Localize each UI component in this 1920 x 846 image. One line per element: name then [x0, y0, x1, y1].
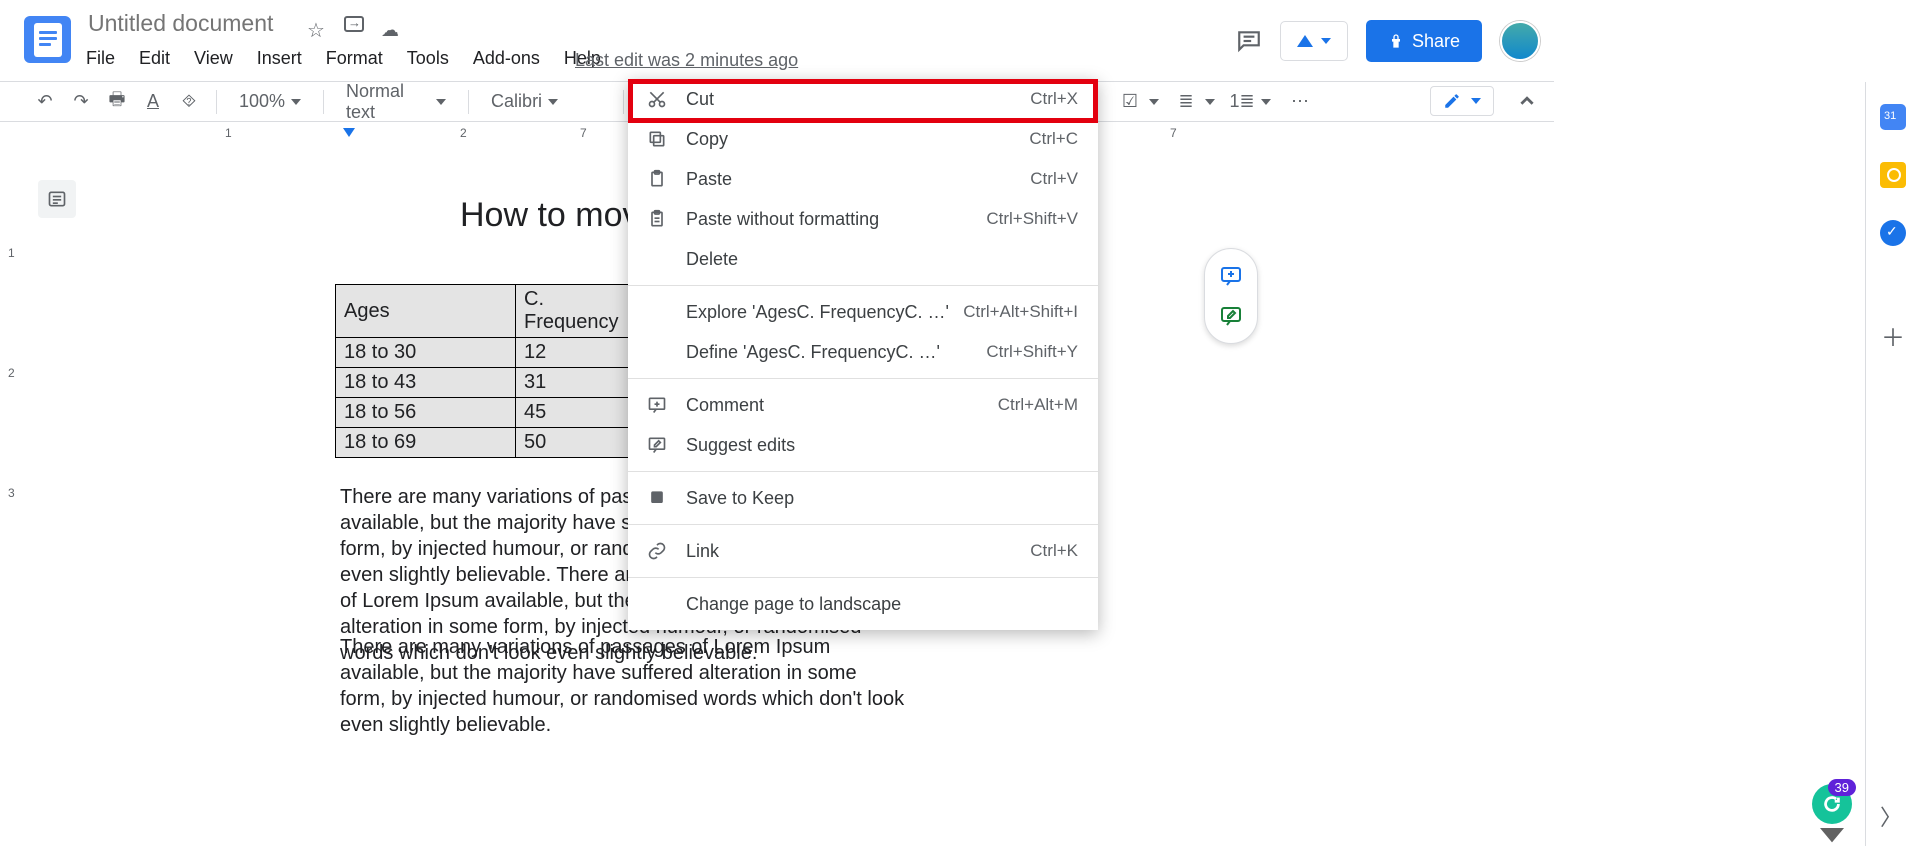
ctx-item-label: Change page to landscape: [686, 594, 1078, 615]
ctx-item-shortcut: Ctrl+C: [1029, 129, 1078, 149]
more-button[interactable]: ⋯: [1285, 87, 1315, 117]
floating-comment-pill: [1204, 248, 1258, 344]
ctx-item-label: Explore 'AgesC. FrequencyC. …': [686, 302, 963, 323]
cloud-icon[interactable]: ☁: [381, 20, 399, 41]
blank-icon: [646, 301, 668, 323]
copy-icon: [646, 128, 668, 150]
numbered-list-button[interactable]: 1≣: [1227, 87, 1257, 117]
page-title[interactable]: How to mov: [460, 196, 640, 235]
ctx-item-comment[interactable]: CommentCtrl+Alt+M: [628, 385, 1098, 425]
blank-icon: [646, 593, 668, 615]
spellcheck-button[interactable]: A: [138, 87, 168, 117]
ctx-item-shortcut: Ctrl+V: [1030, 169, 1078, 189]
ctx-item-label: Save to Keep: [686, 488, 1078, 509]
ctx-item-define-agesc-frequencyc[interactable]: Define 'AgesC. FrequencyC. …'Ctrl+Shift+…: [628, 332, 1098, 372]
ctx-item-label: Paste without formatting: [686, 209, 986, 230]
suggest-edits-button[interactable]: [1219, 304, 1243, 328]
ctx-item-label: Cut: [686, 89, 1030, 110]
calendar-icon[interactable]: [1880, 104, 1906, 130]
ctx-item-label: Comment: [686, 395, 998, 416]
move-icon[interactable]: [344, 16, 364, 32]
blank-icon: [646, 248, 668, 270]
vertical-ruler[interactable]: 1 2 3: [0, 144, 24, 844]
ctx-item-suggest-edits[interactable]: Suggest edits: [628, 425, 1098, 465]
menu-file[interactable]: File: [86, 48, 115, 69]
tasks-icon[interactable]: [1880, 220, 1906, 246]
ctx-item-label: Suggest edits: [686, 435, 1078, 456]
document-name[interactable]: Untitled document: [88, 10, 273, 37]
ctx-item-label: Paste: [686, 169, 1030, 190]
ctx-item-shortcut: Ctrl+Shift+V: [986, 209, 1078, 229]
comment-icon: [646, 394, 668, 416]
data-table[interactable]: AgesC. Frequency 18 to 3012 18 to 4331 1…: [335, 284, 631, 458]
checklist-button[interactable]: ☑: [1115, 87, 1145, 117]
menu-format[interactable]: Format: [326, 48, 383, 69]
ctx-item-explore-agesc-frequencyc[interactable]: Explore 'AgesC. FrequencyC. …'Ctrl+Alt+S…: [628, 292, 1098, 332]
ctx-item-copy[interactable]: CopyCtrl+C: [628, 119, 1098, 159]
last-edit-link[interactable]: Last edit was 2 minutes ago: [575, 50, 798, 71]
side-panel: ＋: [1865, 82, 1920, 846]
ctx-item-change-page-to-landscape[interactable]: Change page to landscape: [628, 584, 1098, 624]
link-icon: [646, 540, 668, 562]
comments-icon[interactable]: [1236, 28, 1262, 54]
menu-view[interactable]: View: [194, 48, 233, 69]
header: Untitled document ☆ ☁ File Edit View Ins…: [0, 0, 1554, 82]
share-button[interactable]: Share: [1366, 20, 1482, 62]
style-dropdown[interactable]: Normal text: [336, 87, 456, 117]
addons-plus-button[interactable]: ＋: [1881, 318, 1905, 353]
keep-icon: [646, 487, 668, 509]
hide-sidepanel-button[interactable]: 〉: [1880, 800, 1902, 832]
grammarly-badge: 39: [1828, 779, 1856, 796]
ctx-item-shortcut: Ctrl+Alt+Shift+I: [963, 302, 1078, 322]
redo-button[interactable]: ↷: [66, 87, 96, 117]
cut-icon: [646, 88, 668, 110]
paint-format-button[interactable]: ⯑: [174, 87, 204, 117]
outline-button[interactable]: [38, 180, 76, 218]
ctx-item-cut[interactable]: CutCtrl+X: [628, 79, 1098, 119]
context-menu: CutCtrl+XCopyCtrl+CPasteCtrl+VPaste with…: [628, 79, 1098, 630]
menu-edit[interactable]: Edit: [139, 48, 170, 69]
zoom-dropdown[interactable]: 100%: [229, 87, 311, 117]
ctx-item-shortcut: Ctrl+X: [1030, 89, 1078, 109]
paragraph-2[interactable]: There are many variations of passages of…: [340, 634, 905, 738]
collapse-toolbar-button[interactable]: [1518, 92, 1536, 110]
ctx-item-delete[interactable]: Delete: [628, 239, 1098, 279]
print-button[interactable]: 🖶: [102, 87, 132, 117]
ctx-item-shortcut: Ctrl+Shift+Y: [986, 342, 1078, 362]
suggest-icon: [646, 434, 668, 456]
bulleted-list-button[interactable]: ≣: [1171, 87, 1201, 117]
ctx-item-shortcut: Ctrl+K: [1030, 541, 1078, 561]
add-comment-button[interactable]: [1219, 264, 1243, 288]
paste-icon: [646, 168, 668, 190]
indent-marker[interactable]: [343, 128, 355, 137]
menu-addons[interactable]: Add-ons: [473, 48, 540, 69]
ctx-item-label: Copy: [686, 129, 1029, 150]
user-avatar[interactable]: [1500, 21, 1540, 61]
blank-icon: [646, 341, 668, 363]
paste-plain-icon: [646, 208, 668, 230]
ctx-item-label: Link: [686, 541, 1030, 562]
ctx-item-shortcut: Ctrl+Alt+M: [998, 395, 1078, 415]
ctx-item-paste-without-formatting[interactable]: Paste without formattingCtrl+Shift+V: [628, 199, 1098, 239]
share-label: Share: [1412, 31, 1460, 52]
font-dropdown[interactable]: Calibri: [481, 87, 611, 117]
menu-tools[interactable]: Tools: [407, 48, 449, 69]
present-button[interactable]: [1280, 21, 1348, 61]
star-icon[interactable]: ☆: [307, 18, 325, 43]
menubar: File Edit View Insert Format Tools Add-o…: [86, 48, 601, 69]
ctx-item-link[interactable]: LinkCtrl+K: [628, 531, 1098, 571]
ctx-item-label: Delete: [686, 249, 1078, 270]
undo-button[interactable]: ↶: [30, 87, 60, 117]
ctx-item-save-to-keep[interactable]: Save to Keep: [628, 478, 1098, 518]
grammarly-dropdown-icon[interactable]: [1820, 828, 1844, 846]
docs-logo[interactable]: [24, 16, 71, 63]
ctx-item-label: Define 'AgesC. FrequencyC. …': [686, 342, 986, 363]
keep-icon[interactable]: [1880, 162, 1906, 188]
ctx-item-paste[interactable]: PasteCtrl+V: [628, 159, 1098, 199]
editing-mode-dropdown[interactable]: [1430, 86, 1494, 116]
menu-insert[interactable]: Insert: [257, 48, 302, 69]
